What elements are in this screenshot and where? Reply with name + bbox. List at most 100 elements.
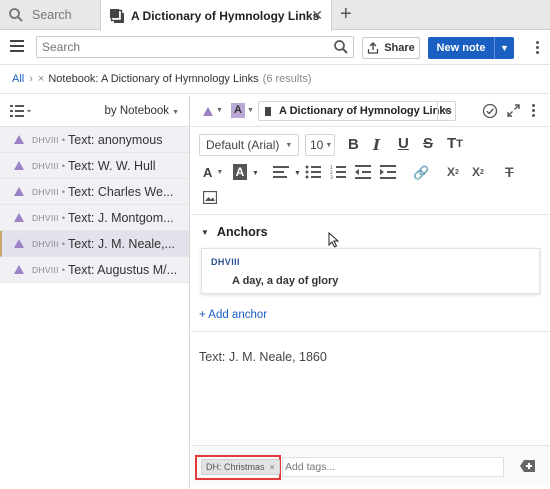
share-button[interactable]: Share	[362, 37, 420, 59]
indent-icon[interactable]	[380, 165, 396, 179]
remove-filter-icon[interactable]: ×	[38, 73, 44, 85]
tab-notebook[interactable]: A Dictionary of Hymnology Links ✕	[100, 0, 332, 31]
separator-dot: •	[61, 238, 65, 249]
editor-header: ▼ A ▼ A Dictionary of Hymnology Links ▼	[191, 95, 550, 127]
share-upload-icon	[368, 42, 379, 54]
triangle-shape-icon	[14, 239, 24, 248]
numbered-list-icon[interactable]: 123	[330, 165, 346, 179]
highlight-color-icon[interactable]: A	[233, 164, 247, 180]
separator-dot: •	[61, 186, 65, 197]
list-item-selected[interactable]: DHVIII • Text: J. M. Neale,...	[0, 231, 189, 257]
more-options-icon[interactable]	[532, 104, 536, 119]
sort-label: by Notebook	[104, 105, 170, 117]
note-body[interactable]: Text: J. M. Neale, 1860	[199, 350, 327, 364]
search-icon[interactable]	[333, 39, 349, 55]
bold-icon[interactable]: B	[348, 136, 359, 153]
note-title: Text: anonymous	[68, 132, 163, 147]
image-icon[interactable]	[203, 191, 217, 204]
search-icon	[9, 8, 23, 22]
triangle-shape-icon	[14, 135, 24, 144]
list-item[interactable]: DHVIII • Text: W. W. Hull	[0, 153, 189, 179]
list-item[interactable]: DHVIII • Text: Augustus M/...	[0, 257, 189, 283]
check-circle-icon[interactable]	[482, 103, 498, 119]
separator-dot: •	[61, 212, 65, 223]
list-view-icon[interactable]	[10, 105, 32, 117]
anchor-card[interactable]: DHVIII A day, a day of glory	[201, 248, 540, 294]
tab-search[interactable]: Search	[0, 0, 100, 30]
tab-bar: Search A Dictionary of Hymnology Links ✕…	[0, 0, 550, 31]
tag-chip[interactable]: DH: Christmas ×	[201, 459, 280, 475]
list-item[interactable]: DHVIII • Text: anonymous	[0, 127, 189, 153]
more-options-icon[interactable]	[536, 41, 540, 56]
remove-tag-icon[interactable]: ×	[270, 462, 275, 472]
chevron-down-icon[interactable]: ▼	[247, 107, 254, 114]
italic-icon[interactable]: I	[373, 136, 380, 154]
chevron-down-icon[interactable]: ▼	[437, 102, 455, 120]
triangle-shape-icon	[14, 265, 24, 274]
tag-add-icon[interactable]	[520, 460, 536, 472]
new-note-dropdown-icon[interactable]: ▼	[494, 37, 514, 59]
caret-down-icon: ▼	[201, 227, 209, 237]
chevron-down-icon[interactable]: ▼	[252, 170, 259, 177]
notebook-icon	[265, 106, 271, 116]
note-color-icon[interactable]: A	[231, 103, 245, 118]
svg-text:3: 3	[330, 175, 333, 179]
text-case-icon[interactable]: TT	[447, 135, 463, 152]
underline-icon[interactable]: U	[398, 135, 409, 152]
add-anchor-link[interactable]: + Add anchor	[191, 298, 550, 332]
search-input[interactable]	[37, 37, 317, 57]
outdent-icon[interactable]	[355, 165, 371, 179]
chevron-right-icon: ›	[29, 73, 33, 85]
mouse-cursor-icon	[328, 232, 340, 248]
note-editor: ▼ A ▼ A Dictionary of Hymnology Links ▼ …	[191, 95, 550, 489]
tab-search-label: Search	[32, 8, 72, 22]
note-code: DHVIII	[32, 212, 59, 223]
breadcrumb-all-link[interactable]: All	[12, 73, 24, 85]
top-toolbar: Share New note ▼	[0, 31, 550, 63]
font-size-select[interactable]: 10 ▼	[305, 134, 335, 156]
breadcrumb: All › × Notebook: A Dictionary of Hymnol…	[0, 64, 550, 94]
clear-formatting-icon[interactable]: T	[505, 164, 514, 180]
note-title: Text: J. Montgom...	[68, 210, 174, 225]
triangle-shape-icon	[14, 161, 24, 170]
shape-picker-icon[interactable]	[203, 107, 213, 116]
share-label: Share	[384, 42, 415, 54]
list-item[interactable]: DHVIII • Text: J. Montgom...	[0, 205, 189, 231]
text-color-icon[interactable]: A ▼	[203, 165, 223, 180]
bullet-list-icon[interactable]	[305, 165, 321, 179]
add-tags-input[interactable]: Add tags...	[282, 457, 504, 477]
formatting-toolbar: Default (Arial) ▼ 10 ▼ B I U S TT A ▼ A ▼ ▼…	[191, 127, 550, 215]
triangle-shape-icon	[14, 187, 24, 196]
new-note-label: New note	[436, 42, 486, 54]
chevron-down-icon: ▼	[325, 141, 333, 149]
sort-dropdown[interactable]: by Notebook ▼	[104, 105, 179, 117]
notebook-stack-icon	[110, 8, 124, 23]
separator-dot: •	[61, 134, 65, 145]
chevron-down-icon: ▼	[172, 109, 179, 116]
note-title: Text: Charles We...	[68, 184, 174, 199]
link-icon[interactable]: 🔗	[413, 165, 429, 181]
expand-icon[interactable]	[507, 104, 520, 117]
search-field[interactable]	[36, 36, 354, 58]
notebook-select[interactable]: A Dictionary of Hymnology Links ▼	[258, 101, 456, 121]
add-tab-button[interactable]: +	[340, 3, 352, 26]
note-title: Text: W. W. Hull	[68, 158, 156, 173]
separator-dot: •	[61, 160, 65, 171]
font-family-select[interactable]: Default (Arial) ▼	[199, 134, 299, 156]
anchors-header[interactable]: ▼ Anchors	[191, 216, 550, 248]
chevron-down-icon: ▼	[285, 141, 293, 149]
breadcrumb-filter: Notebook: A Dictionary of Hymnology Link…	[48, 73, 259, 85]
list-item[interactable]: DHVIII • Text: Charles We...	[0, 179, 189, 205]
chevron-down-icon[interactable]: ▼	[216, 107, 223, 114]
chevron-down-icon[interactable]: ▼	[294, 170, 301, 177]
tag-bar: DH: Christmas × Add tags...	[191, 445, 550, 485]
align-left-icon[interactable]	[273, 166, 289, 178]
font-size-value: 10	[310, 138, 324, 152]
strikethrough-icon[interactable]: S	[423, 135, 433, 152]
superscript-icon[interactable]: X2	[472, 165, 484, 179]
subscript-icon[interactable]: X2	[447, 165, 459, 179]
new-note-button[interactable]: New note ▼	[428, 37, 514, 59]
hamburger-menu-icon[interactable]	[10, 40, 24, 52]
notes-list-header: by Notebook ▼	[0, 95, 189, 127]
close-icon[interactable]: ✕	[311, 7, 323, 24]
